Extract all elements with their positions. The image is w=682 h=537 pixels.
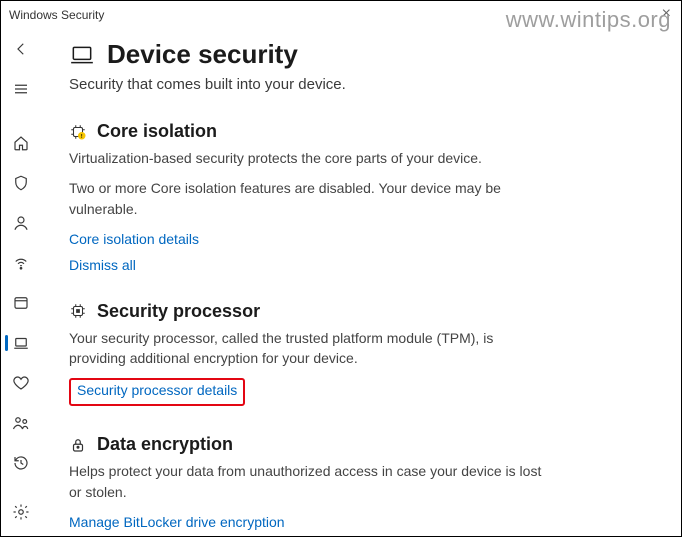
- history-icon: [12, 454, 30, 472]
- security-processor-icon: [69, 302, 87, 320]
- dismiss-all-link[interactable]: Dismiss all: [69, 257, 549, 273]
- home-icon: [12, 134, 30, 152]
- highlight-annotation: Security processor details: [69, 378, 245, 406]
- close-icon[interactable]: ×: [662, 5, 671, 23]
- section-security-processor: Security processor Your security process…: [69, 301, 549, 407]
- nav-family[interactable]: [3, 407, 39, 439]
- nav-protection-history[interactable]: [3, 447, 39, 479]
- page-title: Device security: [107, 39, 298, 70]
- core-isolation-details-link[interactable]: Core isolation details: [69, 231, 549, 247]
- nav-account[interactable]: [3, 207, 39, 239]
- data-encryption-heading: Data encryption: [97, 434, 233, 455]
- core-isolation-heading: Core isolation: [97, 121, 217, 142]
- menu-button[interactable]: [3, 73, 39, 105]
- nav-device-performance[interactable]: [3, 367, 39, 399]
- main-content: Device security Security that comes buil…: [41, 29, 681, 536]
- heart-icon: [12, 374, 30, 392]
- hamburger-icon: [12, 80, 30, 98]
- nav-virus[interactable]: [3, 167, 39, 199]
- security-processor-details-link[interactable]: Security processor details: [77, 382, 237, 398]
- nav-device-security[interactable]: [3, 327, 39, 359]
- people-icon: [12, 414, 30, 432]
- page-subtitle: Security that comes built into your devi…: [69, 76, 659, 93]
- shield-icon: [12, 174, 30, 192]
- laptop-icon: [12, 334, 30, 352]
- core-isolation-warn: Two or more Core isolation features are …: [69, 178, 549, 219]
- device-security-icon: [69, 42, 95, 68]
- data-encryption-icon: [69, 436, 87, 454]
- section-core-isolation: ! Core isolation Virtualization-based se…: [69, 121, 549, 273]
- back-button[interactable]: [3, 33, 39, 65]
- nav-app-browser[interactable]: [3, 287, 39, 319]
- arrow-left-icon: [12, 40, 30, 58]
- gear-icon: [12, 503, 30, 521]
- nav-settings[interactable]: [3, 496, 39, 528]
- user-icon: [12, 214, 30, 232]
- svg-text:!: !: [81, 134, 83, 140]
- core-isolation-icon: !: [69, 123, 87, 141]
- nav-rail: [1, 29, 41, 536]
- wifi-icon: [12, 254, 30, 272]
- nav-firewall[interactable]: [3, 247, 39, 279]
- security-processor-heading: Security processor: [97, 301, 260, 322]
- data-encryption-desc: Helps protect your data from unauthorize…: [69, 461, 549, 502]
- core-isolation-desc: Virtualization-based security protects t…: [69, 148, 549, 168]
- window-icon: [12, 294, 30, 312]
- section-data-encryption: Data encryption Helps protect your data …: [69, 434, 549, 530]
- security-processor-desc: Your security processor, called the trus…: [69, 328, 549, 369]
- nav-home[interactable]: [3, 127, 39, 159]
- window-title: Windows Security: [9, 8, 104, 22]
- manage-bitlocker-link[interactable]: Manage BitLocker drive encryption: [69, 514, 549, 530]
